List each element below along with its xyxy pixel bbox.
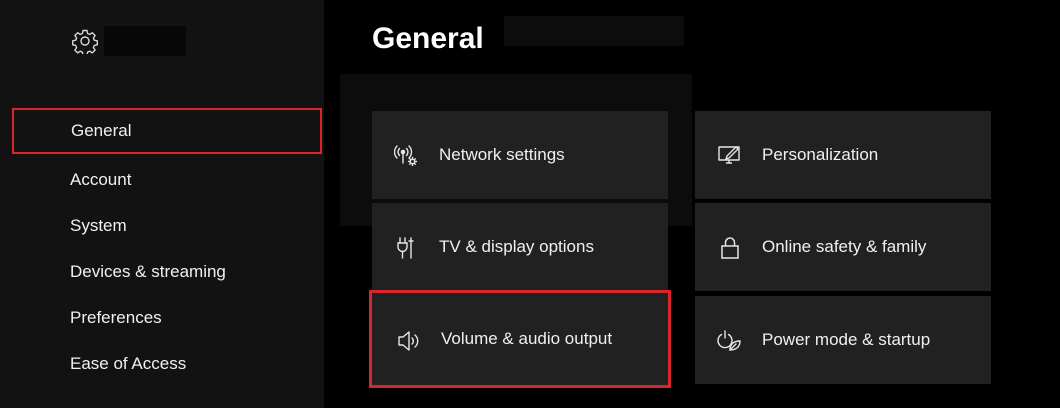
tile-label: Online safety & family: [762, 237, 927, 256]
power-leaf-icon: [717, 328, 743, 354]
sidebar-item-account[interactable]: Account: [12, 157, 322, 203]
lock-icon: [717, 235, 743, 261]
tile-label: Volume & audio output: [441, 329, 613, 348]
tile-label: Personalization: [762, 145, 879, 164]
tile-network-settings[interactable]: Network settings: [372, 111, 668, 199]
gear-icon: [72, 28, 98, 54]
tile-online-safety-family[interactable]: Online safety & family: [695, 203, 991, 291]
tile-label: Power mode & startup: [762, 330, 931, 349]
tile-personalization[interactable]: Personalization: [695, 111, 991, 199]
tile-volume-audio-output[interactable]: Volume & audio output: [369, 290, 671, 388]
sidebar-item-preferences[interactable]: Preferences: [12, 295, 322, 341]
sidebar-item-general[interactable]: General: [12, 108, 322, 154]
tile-tv-display-options[interactable]: TV & display options: [372, 203, 668, 291]
sidebar-item-devices-streaming[interactable]: Devices & streaming: [12, 249, 322, 295]
plug-icon: [394, 235, 420, 261]
personalization-icon: [717, 143, 743, 169]
speaker-icon: [396, 328, 422, 354]
redacted-header-text: [104, 26, 186, 56]
sidebar-item-ease-of-access[interactable]: Ease of Access: [12, 341, 322, 387]
settings-screen: General Account System Devices & streami…: [0, 0, 1060, 408]
tile-label: Network settings: [439, 145, 565, 164]
sidebar: General Account System Devices & streami…: [0, 0, 324, 408]
main-panel: General Network settings Personalization…: [324, 0, 1060, 408]
network-icon: [394, 143, 420, 169]
tile-power-mode-startup[interactable]: Power mode & startup: [695, 296, 991, 384]
page-title: General: [372, 22, 484, 55]
tile-label: TV & display options: [439, 237, 594, 256]
background-shade: [504, 16, 684, 46]
sidebar-item-system[interactable]: System: [12, 203, 322, 249]
